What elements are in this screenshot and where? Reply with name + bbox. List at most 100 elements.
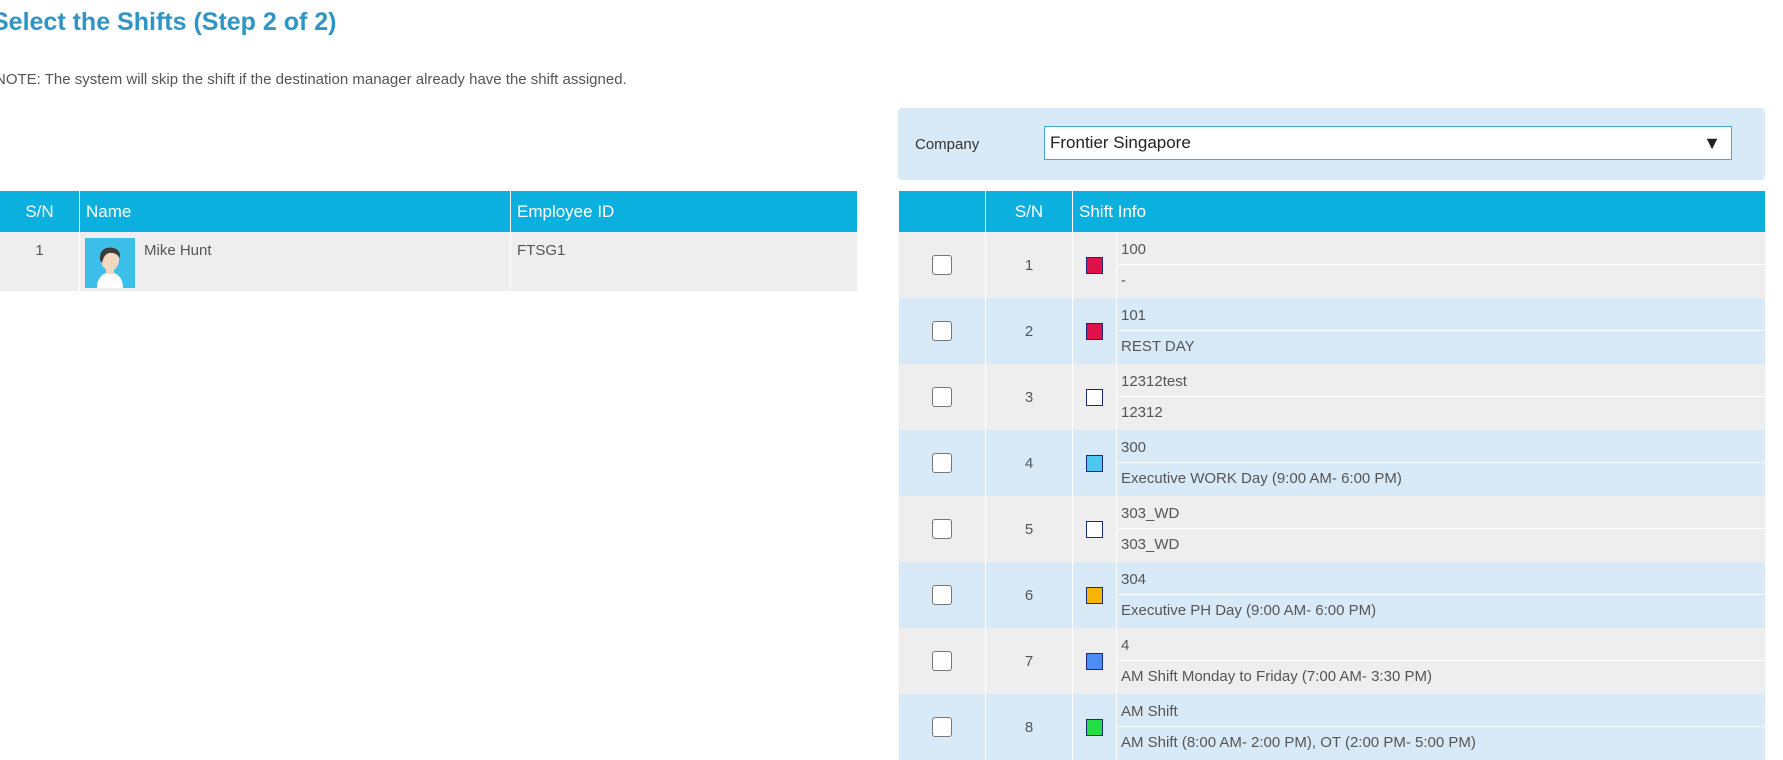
header-employee-id: Employee ID — [517, 201, 615, 221]
row-sn: 1 — [986, 232, 1073, 298]
row-sn: 2 — [986, 298, 1073, 364]
avatar — [85, 238, 135, 288]
company-label: Company — [915, 136, 980, 153]
header-select — [899, 191, 986, 232]
shift-checkbox[interactable] — [932, 321, 952, 341]
shift-code: 12312test — [1117, 364, 1765, 397]
shift-description: AM Shift (8:00 AM- 2:00 PM), OT (2:00 PM… — [1121, 734, 1476, 751]
shift-info-cell: 304 Executive PH Day (9:00 AM- 6:00 PM) — [1073, 562, 1765, 628]
shift-description: - — [1121, 272, 1126, 289]
employee-name: Mike Hunt — [144, 242, 212, 259]
table-row: 1 100 - — [899, 232, 1765, 298]
swatch-cell — [1073, 628, 1117, 694]
swatch-cell — [1073, 496, 1117, 562]
shift-checkbox[interactable] — [932, 651, 952, 671]
swatch-cell — [1073, 232, 1117, 298]
shift-info-cell: 300 Executive WORK Day (9:00 AM- 6:00 PM) — [1073, 430, 1765, 496]
select-cell — [899, 496, 986, 562]
select-cell — [899, 562, 986, 628]
shift-code: 4 — [1117, 628, 1765, 661]
shift-info-text: 4 AM Shift Monday to Friday (7:00 AM- 3:3… — [1117, 628, 1765, 694]
select-cell — [899, 628, 986, 694]
swatch-cell — [1073, 430, 1117, 496]
company-select[interactable]: Frontier Singapore ▼ — [1044, 126, 1732, 160]
table-row: 4 300 Executive WORK Day (9:00 AM- 6:00 PM… — [899, 430, 1765, 496]
swatch-cell — [1073, 364, 1117, 430]
table-row: 5 303_WD 303_WD — [899, 496, 1765, 562]
shift-color-swatch — [1086, 322, 1103, 340]
swatch-cell — [1073, 298, 1117, 364]
shift-checkbox[interactable] — [932, 717, 952, 737]
shift-info-text: 12312test 12312 — [1117, 364, 1765, 430]
shift-description: Executive WORK Day (9:00 AM- 6:00 PM) — [1121, 470, 1402, 487]
shift-code: 304 — [1117, 562, 1765, 595]
header-shift-info: Shift Info — [1079, 201, 1147, 221]
company-filter-panel: Company Frontier Singapore ▼ — [898, 108, 1765, 180]
shift-code: 100 — [1117, 232, 1765, 265]
select-cell — [899, 364, 986, 430]
shift-description: Executive PH Day (9:00 AM- 6:00 PM) — [1121, 602, 1377, 619]
select-cell — [899, 694, 986, 760]
row-sn: 4 — [986, 430, 1073, 496]
note-text: NOTE: The system will skip the shift if … — [0, 71, 627, 88]
shift-description: 12312 — [1121, 404, 1163, 421]
swatch-cell — [1073, 562, 1117, 628]
shift-info-text: 303_WD 303_WD — [1117, 496, 1765, 562]
shift-checkbox[interactable] — [932, 387, 952, 407]
shift-checkbox[interactable] — [932, 453, 952, 473]
row-sn: 7 — [986, 628, 1073, 694]
select-cell — [899, 298, 986, 364]
caret-down-icon: ▼ — [1703, 133, 1721, 153]
shift-checkbox[interactable] — [932, 585, 952, 605]
shift-code: 101 — [1117, 298, 1765, 331]
table-row: 2 101 REST DAY — [899, 298, 1765, 364]
shift-checkbox[interactable] — [932, 519, 952, 539]
row-sn: 5 — [986, 496, 1073, 562]
row-sn: 6 — [986, 562, 1073, 628]
shift-color-swatch — [1086, 520, 1103, 538]
shift-color-swatch — [1086, 586, 1103, 604]
table-row: 3 12312test 12312 — [899, 364, 1765, 430]
user-avatar-icon — [85, 238, 135, 288]
employee-table-header: S/N Name Employee ID — [0, 191, 857, 232]
row-name-cell: Mike Hunt — [80, 232, 511, 291]
shift-info-text: 101 REST DAY — [1117, 298, 1765, 364]
employee-table: S/N Name Employee ID 1 Mike Hunt FTSG1 — [0, 191, 857, 291]
shift-code: 303_WD — [1117, 496, 1765, 529]
table-row: 6 304 Executive PH Day (9:00 AM- 6:00 PM) — [899, 562, 1765, 628]
shift-rows: 1 100 - 2 101 REST DAY 3 12312test 12312 4 300 Exec… — [899, 232, 1765, 760]
shift-info-text: 304 Executive PH Day (9:00 AM- 6:00 PM) — [1117, 562, 1765, 628]
shift-info-text: 100 - — [1117, 232, 1765, 298]
shift-code: AM Shift — [1117, 694, 1765, 727]
company-selected-value: Frontier Singapore — [1050, 133, 1191, 152]
shift-table-header: S/N Shift Info — [899, 191, 1765, 232]
select-cell — [899, 232, 986, 298]
header-sn: S/N — [0, 191, 80, 232]
row-sn: 3 — [986, 364, 1073, 430]
row-sn: 8 — [986, 694, 1073, 760]
shift-code: 300 — [1117, 430, 1765, 463]
shift-info-cell: 101 REST DAY — [1073, 298, 1765, 364]
shift-color-swatch — [1086, 652, 1103, 670]
shift-info-text: AM Shift AM Shift (8:00 AM- 2:00 PM), OT … — [1117, 694, 1765, 760]
shift-info-cell: 303_WD 303_WD — [1073, 496, 1765, 562]
shift-info-cell: 4 AM Shift Monday to Friday (7:00 AM- 3:3… — [1073, 628, 1765, 694]
shift-info-cell: 100 - — [1073, 232, 1765, 298]
header-sn: S/N — [986, 191, 1073, 232]
shift-info-cell: 12312test 12312 — [1073, 364, 1765, 430]
shift-color-swatch — [1086, 718, 1103, 736]
row-sn: 1 — [0, 232, 80, 291]
shift-checkbox[interactable] — [932, 255, 952, 275]
table-row: 7 4 AM Shift Monday to Friday (7:00 AM- 3:… — [899, 628, 1765, 694]
shift-color-swatch — [1086, 388, 1103, 406]
shift-color-swatch — [1086, 256, 1103, 274]
shift-color-swatch — [1086, 454, 1103, 472]
swatch-cell — [1073, 694, 1117, 760]
shift-table: S/N Shift Info 1 100 - 2 101 REST DAY 3 12312te… — [899, 191, 1765, 760]
page-title: Select the Shifts (Step 2 of 2) — [0, 8, 337, 36]
select-cell — [899, 430, 986, 496]
shift-description: REST DAY — [1121, 338, 1195, 355]
shift-description: 303_WD — [1121, 536, 1180, 553]
shift-info-text: 300 Executive WORK Day (9:00 AM- 6:00 PM) — [1117, 430, 1765, 496]
shift-description: AM Shift Monday to Friday (7:00 AM- 3:30… — [1121, 668, 1432, 685]
